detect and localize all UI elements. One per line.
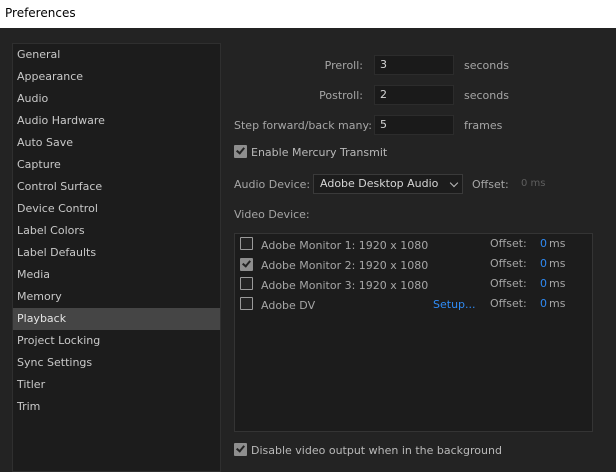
sidebar-item-label-defaults[interactable]: Label Defaults	[13, 242, 220, 264]
audio-device-label: Audio Device:	[234, 178, 311, 191]
sidebar-item-label-colors[interactable]: Label Colors	[13, 220, 220, 242]
video-offset-unit-2: ms	[549, 257, 566, 270]
video-device-checkbox-2[interactable]	[240, 258, 253, 271]
sidebar-item-trim[interactable]: Trim	[13, 396, 220, 418]
audio-offset-value: 0 ms	[521, 178, 546, 189]
sidebar-item-memory[interactable]: Memory	[13, 286, 220, 308]
video-offset-value-1[interactable]: 0	[540, 237, 547, 250]
video-device-checkbox-3[interactable]	[240, 277, 253, 290]
video-offset-label-2: Offset:	[490, 257, 527, 270]
sidebar-item-titler[interactable]: Titler	[13, 374, 220, 396]
preferences-sidebar: General Appearance Audio Audio Hardware …	[12, 43, 221, 472]
sidebar-item-sync-settings[interactable]: Sync Settings	[13, 352, 220, 374]
sidebar-item-audio[interactable]: Audio	[13, 88, 220, 110]
postroll-label: Postroll:	[319, 89, 363, 102]
postroll-unit: seconds	[464, 89, 509, 102]
sidebar-item-control-surface[interactable]: Control Surface	[13, 176, 220, 198]
video-device-name-3: Adobe Monitor 3: 1920 x 1080	[261, 279, 429, 292]
sidebar-item-media[interactable]: Media	[13, 264, 220, 286]
sidebar-item-project-locking[interactable]: Project Locking	[13, 330, 220, 352]
video-device-checkbox-1[interactable]	[240, 237, 253, 250]
sidebar-item-playback[interactable]: Playback	[13, 308, 220, 330]
video-device-checkbox-4[interactable]	[240, 297, 253, 310]
adobe-dv-setup-link[interactable]: Setup...	[433, 298, 476, 311]
video-offset-value-3[interactable]: 0	[540, 277, 547, 290]
audio-offset-label: Offset:	[472, 178, 509, 191]
chevron-down-icon	[449, 178, 459, 188]
checkmark-icon	[236, 145, 245, 155]
postroll-input[interactable]: 2	[374, 85, 454, 105]
preroll-label: Preroll:	[324, 59, 363, 72]
preroll-unit: seconds	[464, 59, 509, 72]
disable-video-output-label: Disable video output when in the backgro…	[251, 444, 502, 457]
video-device-name-4: Adobe DV	[261, 299, 316, 312]
audio-device-value: Adobe Desktop Audio	[320, 177, 439, 190]
sidebar-item-auto-save[interactable]: Auto Save	[13, 132, 220, 154]
video-device-label: Video Device:	[234, 208, 310, 221]
video-offset-unit-3: ms	[549, 277, 566, 290]
preroll-input[interactable]: 3	[374, 55, 454, 75]
sidebar-item-capture[interactable]: Capture	[13, 154, 220, 176]
video-device-name-2: Adobe Monitor 2: 1920 x 1080	[261, 259, 429, 272]
video-offset-label-3: Offset:	[490, 277, 527, 290]
video-device-name-1: Adobe Monitor 1: 1920 x 1080	[261, 239, 429, 252]
sidebar-item-audio-hardware[interactable]: Audio Hardware	[13, 110, 220, 132]
video-offset-value-4[interactable]: 0	[540, 297, 547, 310]
window-title: Preferences	[5, 6, 76, 20]
checkmark-icon	[236, 443, 245, 453]
mercury-transmit-label: Enable Mercury Transmit	[251, 146, 388, 159]
sidebar-item-appearance[interactable]: Appearance	[13, 66, 220, 88]
step-unit: frames	[464, 119, 503, 132]
mercury-transmit-checkbox[interactable]	[234, 145, 247, 158]
audio-device-select[interactable]: Adobe Desktop Audio	[313, 174, 463, 194]
sidebar-item-device-control[interactable]: Device Control	[13, 198, 220, 220]
checkmark-icon	[242, 258, 251, 268]
video-offset-label-1: Offset:	[490, 237, 527, 250]
video-offset-unit-1: ms	[549, 237, 566, 250]
video-offset-value-2[interactable]: 0	[540, 257, 547, 270]
step-input[interactable]: 5	[374, 115, 454, 135]
video-offset-unit-4: ms	[549, 297, 566, 310]
disable-video-output-checkbox[interactable]	[234, 443, 247, 456]
video-offset-label-4: Offset:	[490, 297, 527, 310]
sidebar-item-general[interactable]: General	[13, 44, 220, 66]
title-bar: Preferences	[0, 0, 616, 28]
step-label: Step forward/back many:	[234, 119, 372, 132]
